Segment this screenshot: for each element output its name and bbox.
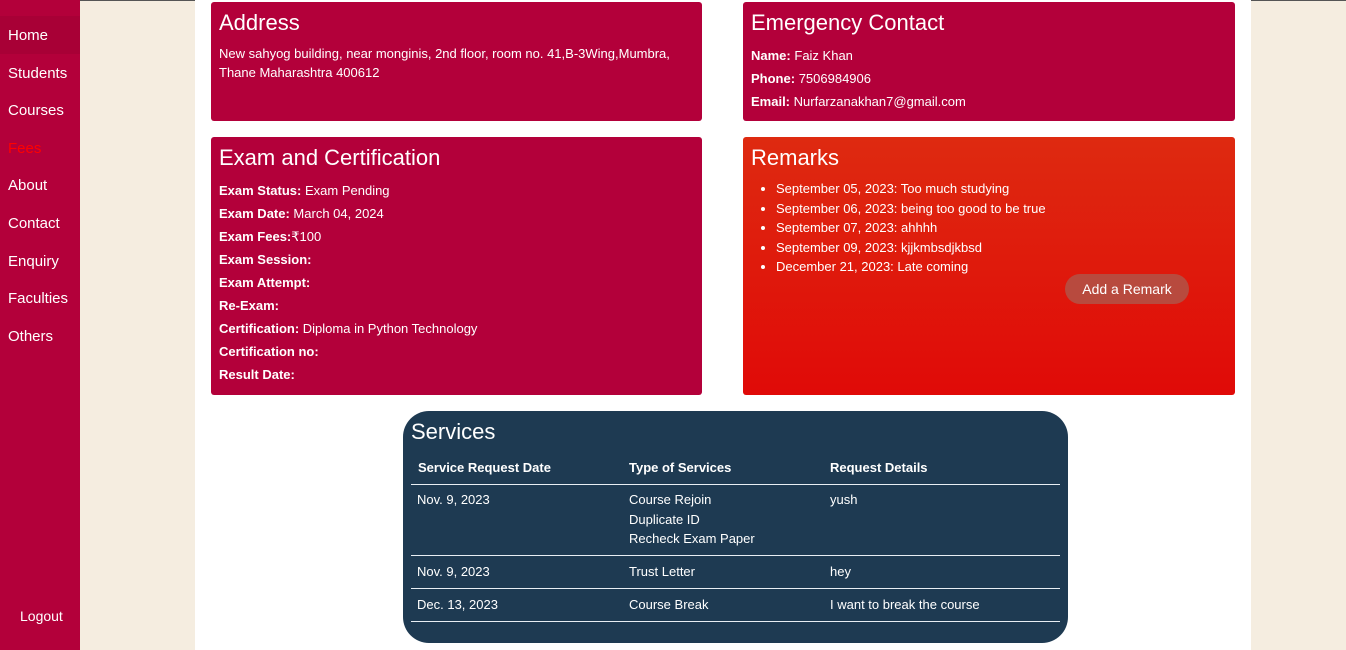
exam-status-label: Exam Status: [219, 183, 302, 198]
sidebar-item-fees[interactable]: Fees [8, 140, 41, 157]
exam-fees-label: Exam Fees: [219, 229, 292, 244]
re-exam-label: Re-Exam: [219, 298, 279, 313]
sidebar-item-others[interactable]: Others [8, 328, 53, 345]
row2-type-1: Trust Letter [629, 564, 695, 579]
row1-date: Nov. 9, 2023 [417, 492, 490, 507]
certification-label: Certification: [219, 321, 300, 336]
exam-date-label: Exam Date: [219, 206, 290, 221]
remark-item: September 09, 2023: kjjkmbsdjkbsd [776, 238, 1227, 258]
table-divider [411, 555, 1060, 556]
exam-attempt-row: Exam Attempt: [219, 271, 694, 294]
sidebar-item-home[interactable]: Home [8, 27, 48, 44]
logout-button[interactable]: Logout [20, 608, 63, 624]
remark-item: September 05, 2023: Too much studying [776, 179, 1227, 199]
remark-item: September 06, 2023: being too good to be… [776, 199, 1227, 219]
exam-certification-card: Exam and Certification Exam Status: Exam… [211, 137, 702, 395]
add-remark-button[interactable]: Add a Remark [1065, 274, 1189, 304]
emergency-phone-label: Phone: [751, 71, 796, 86]
exam-session-label: Exam Session: [219, 252, 312, 267]
emergency-phone-row: Phone: 7506984906 [751, 67, 1227, 90]
result-date-label: Result Date: [219, 367, 295, 382]
exam-date-row: Exam Date: March 04, 2024 [219, 202, 694, 225]
emergency-email-value: Nurfarzanakhan7@gmail.com [793, 94, 966, 109]
table-divider [411, 484, 1060, 485]
emergency-name-row: Name: Faiz Khan [751, 44, 1227, 67]
row2-details: hey [830, 564, 851, 579]
address-text: New sahyog building, near monginis, 2nd … [219, 46, 670, 80]
table-divider [411, 588, 1060, 589]
certification-value: Diploma in Python Technology [299, 321, 478, 336]
exam-status-row: Exam Status: Exam Pending [219, 179, 694, 202]
address-card: Address New sahyog building, near mongin… [211, 2, 702, 121]
row3-date: Dec. 13, 2023 [417, 597, 498, 612]
row1-type-2: Duplicate ID [629, 511, 700, 527]
emergency-name-value: Faiz Khan [794, 48, 853, 63]
exam-certification-title: Exam and Certification [219, 145, 441, 170]
sidebar-item-courses[interactable]: Courses [8, 102, 64, 119]
header-request-details: Request Details [830, 460, 928, 475]
header-type-of-services: Type of Services [629, 460, 732, 475]
sidebar-item-enquiry[interactable]: Enquiry [8, 253, 59, 270]
certification-no-label: Certification no: [219, 344, 319, 359]
emergency-name-label: Name: [751, 48, 791, 63]
address-title: Address [219, 10, 300, 35]
sidebar-item-about[interactable]: About [8, 177, 47, 194]
emergency-email-row: Email: Nurfarzanakhan7@gmail.com [751, 90, 1227, 113]
emergency-email-label: Email: [751, 94, 791, 109]
exam-session-row: Exam Session: [219, 248, 694, 271]
row1-details: yush [830, 492, 858, 507]
exam-attempt-label: Exam Attempt: [219, 275, 311, 290]
exam-fees-value: ₹100 [291, 229, 322, 244]
emergency-contact-card: Emergency Contact Name: Faiz Khan Phone:… [743, 2, 1235, 121]
result-date-row: Result Date: [219, 363, 694, 386]
exam-fees-row: Exam Fees:₹100 [219, 225, 694, 248]
certification-row: Certification: Diploma in Python Technol… [219, 317, 694, 340]
services-title: Services [411, 419, 496, 444]
row1-type-3: Recheck Exam Paper [629, 531, 755, 546]
remarks-card: Remarks September 05, 2023: Too much stu… [743, 137, 1235, 395]
sidebar-item-contact[interactable]: Contact [8, 215, 60, 232]
exam-status-value: Exam Pending [301, 183, 390, 198]
row1-type-1: Course Rejoin [629, 492, 712, 507]
remarks-title: Remarks [751, 145, 840, 170]
remarks-list: September 05, 2023: Too much studying Se… [776, 179, 1227, 277]
exam-date-value: March 04, 2024 [289, 206, 384, 221]
sidebar-item-faculties[interactable]: Faculties [8, 290, 68, 307]
certification-no-row: Certification no: [219, 340, 694, 363]
table-divider [411, 621, 1060, 622]
row3-details: I want to break the course [830, 597, 980, 612]
sidebar: Home Students Courses Fees About Contact… [0, 0, 80, 650]
row3-type-1: Course Break [629, 597, 709, 612]
remark-item: September 07, 2023: ahhhh [776, 218, 1227, 238]
emergency-contact-title: Emergency Contact [751, 10, 945, 35]
sidebar-item-students[interactable]: Students [8, 65, 67, 82]
re-exam-row: Re-Exam: [219, 294, 694, 317]
header-service-request-date: Service Request Date [418, 460, 551, 475]
row2-date: Nov. 9, 2023 [417, 564, 490, 579]
emergency-phone-value: 7506984906 [798, 71, 871, 86]
services-card: Services Service Request Date Type of Se… [403, 411, 1068, 643]
